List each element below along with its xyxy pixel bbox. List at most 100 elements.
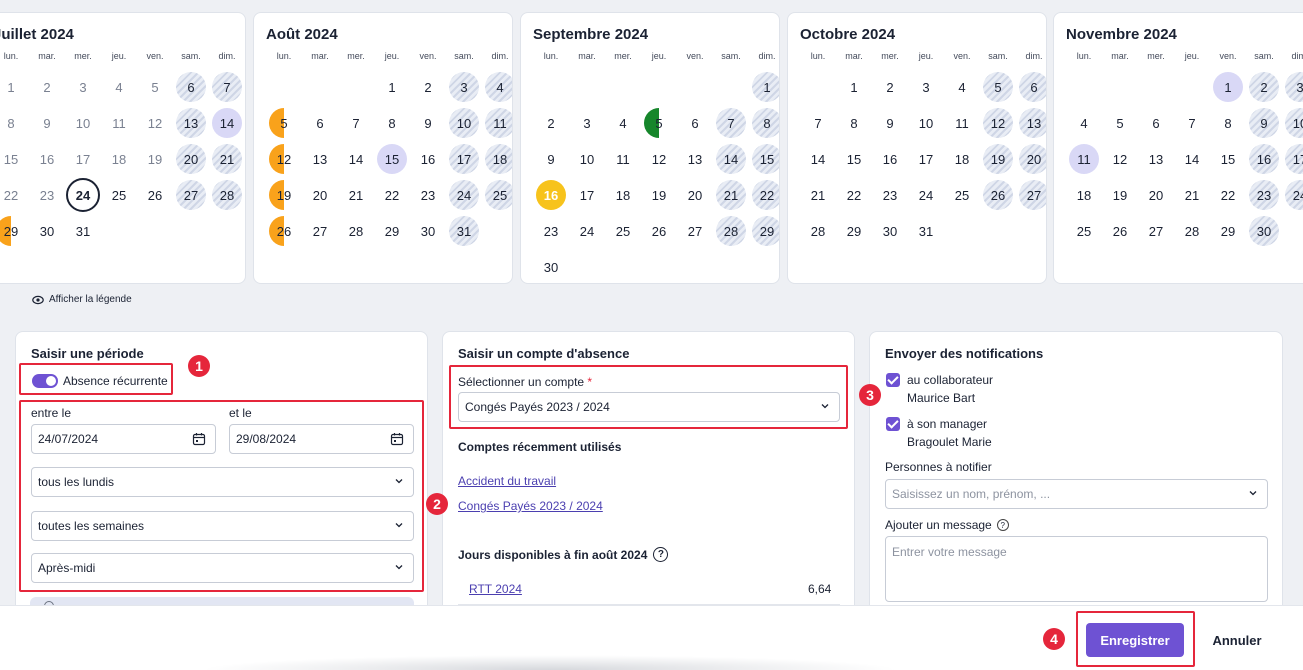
- calendar-day[interactable]: 4: [605, 105, 641, 141]
- calendar-day[interactable]: 1: [374, 69, 410, 105]
- calendar-day[interactable]: 10: [1282, 105, 1303, 141]
- calendar-day[interactable]: 1: [1210, 69, 1246, 105]
- calendar-day[interactable]: 29: [374, 213, 410, 249]
- calendar-day[interactable]: 10: [908, 105, 944, 141]
- calendar-day[interactable]: 22: [0, 177, 29, 213]
- calendar-day[interactable]: 19: [266, 177, 302, 213]
- calendar-day[interactable]: 25: [482, 177, 512, 213]
- calendar-day[interactable]: 23: [533, 213, 569, 249]
- calendar-day[interactable]: 30: [872, 213, 908, 249]
- calendar-day[interactable]: 17: [65, 141, 101, 177]
- calendar-day[interactable]: 3: [908, 69, 944, 105]
- calendar-day[interactable]: 26: [266, 213, 302, 249]
- calendar-day[interactable]: 22: [374, 177, 410, 213]
- calendar-day[interactable]: 7: [209, 69, 245, 105]
- calendar-day[interactable]: 1: [836, 69, 872, 105]
- calendar-day[interactable]: 19: [641, 177, 677, 213]
- calendar-day[interactable]: 6: [1138, 105, 1174, 141]
- calendar-day[interactable]: 24: [446, 177, 482, 213]
- recent-account-accident[interactable]: Accident du travail: [458, 474, 556, 488]
- calendar-day[interactable]: 15: [0, 141, 29, 177]
- calendar-day[interactable]: 24: [65, 177, 101, 213]
- calendar-day[interactable]: 23: [29, 177, 65, 213]
- calendar-day[interactable]: 11: [1066, 141, 1102, 177]
- calendar-day[interactable]: 6: [677, 105, 713, 141]
- calendar-day[interactable]: 26: [980, 177, 1016, 213]
- calendar-day[interactable]: 14: [800, 141, 836, 177]
- calendar-day[interactable]: 3: [569, 105, 605, 141]
- calendar-day[interactable]: 11: [482, 105, 512, 141]
- calendar-day[interactable]: 20: [302, 177, 338, 213]
- calendar-day[interactable]: 12: [266, 141, 302, 177]
- calendar-day[interactable]: 27: [677, 213, 713, 249]
- calendar-day[interactable]: 5: [980, 69, 1016, 105]
- calendar-day[interactable]: 27: [173, 177, 209, 213]
- calendar-day[interactable]: 30: [29, 213, 65, 249]
- calendar-day[interactable]: 14: [713, 141, 749, 177]
- calendar-day[interactable]: 19: [137, 141, 173, 177]
- calendar-day[interactable]: 3: [1282, 69, 1303, 105]
- calendar-day[interactable]: 18: [101, 141, 137, 177]
- calendar-day[interactable]: 28: [800, 213, 836, 249]
- calendar-day[interactable]: 12: [641, 141, 677, 177]
- show-legend-link[interactable]: Afficher la légende: [32, 294, 132, 305]
- calendar-day[interactable]: 13: [173, 105, 209, 141]
- calendar-day[interactable]: 10: [446, 105, 482, 141]
- calendar-day[interactable]: 31: [446, 213, 482, 249]
- calendar-day[interactable]: 18: [1066, 177, 1102, 213]
- calendar-day[interactable]: 16: [533, 177, 569, 213]
- calendar-day[interactable]: 20: [1138, 177, 1174, 213]
- calendar-day[interactable]: 8: [1210, 105, 1246, 141]
- calendar-day[interactable]: 10: [569, 141, 605, 177]
- calendar-day[interactable]: 31: [65, 213, 101, 249]
- calendar-day[interactable]: 2: [29, 69, 65, 105]
- calendar-day[interactable]: 30: [410, 213, 446, 249]
- calendar-day[interactable]: 9: [410, 105, 446, 141]
- calendar-day[interactable]: 26: [1102, 213, 1138, 249]
- calendar-day[interactable]: 8: [374, 105, 410, 141]
- calendar-day[interactable]: 19: [980, 141, 1016, 177]
- calendar-day[interactable]: 10: [65, 105, 101, 141]
- calendar-day[interactable]: 24: [1282, 177, 1303, 213]
- calendar-day[interactable]: 8: [0, 105, 29, 141]
- calendar-day[interactable]: 19: [1102, 177, 1138, 213]
- calendar-day[interactable]: 5: [1102, 105, 1138, 141]
- calendar-day[interactable]: 21: [338, 177, 374, 213]
- notify-collaborator-checkbox[interactable]: [886, 373, 900, 387]
- calendar-day[interactable]: 16: [872, 141, 908, 177]
- calendar-day[interactable]: 27: [1138, 213, 1174, 249]
- calendar-day[interactable]: 20: [173, 141, 209, 177]
- calendar-day[interactable]: 14: [338, 141, 374, 177]
- calendar-day[interactable]: 5: [266, 105, 302, 141]
- calendar-day[interactable]: 3: [446, 69, 482, 105]
- calendar-day[interactable]: 26: [641, 213, 677, 249]
- calendar-day[interactable]: 9: [872, 105, 908, 141]
- calendar-day[interactable]: 13: [677, 141, 713, 177]
- calendar-day[interactable]: 24: [908, 177, 944, 213]
- calendar-day[interactable]: 21: [1174, 177, 1210, 213]
- calendar-day[interactable]: 12: [1102, 141, 1138, 177]
- persons-to-notify-input[interactable]: Saisissez un nom, prénom, ...: [885, 479, 1268, 509]
- calendar-day[interactable]: 28: [1174, 213, 1210, 249]
- calendar-day[interactable]: 7: [338, 105, 374, 141]
- calendar-day[interactable]: 15: [1210, 141, 1246, 177]
- calendar-day[interactable]: 1: [749, 69, 779, 105]
- calendar-day[interactable]: 28: [209, 177, 245, 213]
- calendar-day[interactable]: 17: [569, 177, 605, 213]
- calendar-day[interactable]: 28: [713, 213, 749, 249]
- calendar-day[interactable]: 14: [1174, 141, 1210, 177]
- calendar-day[interactable]: 30: [1246, 213, 1282, 249]
- calendar-day[interactable]: 28: [338, 213, 374, 249]
- calendar-day[interactable]: 18: [605, 177, 641, 213]
- calendar-day[interactable]: 11: [101, 105, 137, 141]
- calendar-day[interactable]: 24: [569, 213, 605, 249]
- calendar-day[interactable]: 11: [944, 105, 980, 141]
- calendar-day[interactable]: 12: [980, 105, 1016, 141]
- calendar-day[interactable]: 7: [1174, 105, 1210, 141]
- calendar-day[interactable]: 4: [944, 69, 980, 105]
- calendar-day[interactable]: 25: [944, 177, 980, 213]
- calendar-day[interactable]: 25: [101, 177, 137, 213]
- calendar-day[interactable]: 29: [1210, 213, 1246, 249]
- calendar-day[interactable]: 23: [1246, 177, 1282, 213]
- calendar-day[interactable]: 15: [374, 141, 410, 177]
